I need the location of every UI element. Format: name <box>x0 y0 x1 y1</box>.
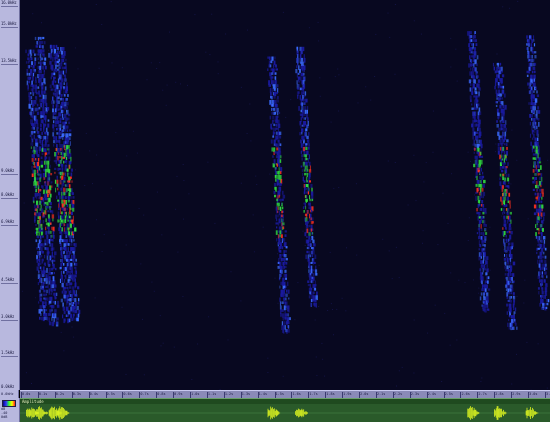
call-stroke <box>267 56 291 334</box>
time-tick-label: 2.7s <box>477 392 487 398</box>
time-tick-label: 1.4s <box>257 392 268 398</box>
frequency-tick-label: 6.9kHz <box>1 218 19 226</box>
time-tick-label: 3.0s <box>528 392 538 398</box>
time-tick-label: 1.2s <box>223 392 234 398</box>
frequency-tick-label: 16.0kHz <box>1 0 19 7</box>
time-tick-label: 0.1s <box>37 392 48 398</box>
time-tick-label: 1.7s <box>308 392 318 398</box>
amplitude-view[interactable] <box>20 404 550 422</box>
colormap-swatch[interactable] <box>2 400 16 407</box>
time-tick-label: 1.6s <box>291 392 301 398</box>
time-tick-label: 0.3s <box>71 392 82 398</box>
time-tick-label: 0.4s <box>88 392 99 398</box>
frequency-tick-label: 9.0kHz <box>1 167 19 175</box>
time-tick-label: 1.0s <box>189 392 200 398</box>
time-tick-label: 0.2s <box>54 392 65 398</box>
time-tick-label: 1.3s <box>240 392 251 398</box>
time-tick-label: 1.8s <box>325 392 335 398</box>
frequency-tick-label: 15.0kHz <box>1 21 19 29</box>
call-stroke <box>467 31 491 313</box>
call-stroke <box>295 46 318 308</box>
frequency-axis: 16.0kHz 15.0kHz 13.5kHz 9.0kHz 8.0kHz 6.9kHz 4… <box>0 0 20 391</box>
amplitude-waveform <box>20 406 550 420</box>
call-stroke <box>25 49 51 322</box>
frequency-tick-label: 3.0kHz <box>1 313 19 321</box>
time-tick-label: 1.9s <box>342 392 352 398</box>
call-stroke <box>526 35 550 311</box>
call-group <box>267 46 318 334</box>
time-tick-label: 2.9s <box>511 392 521 398</box>
time-tick-label: 2.3s <box>409 392 420 398</box>
spectrogram-window: 16.0kHz 15.0kHz 13.5kHz 9.0kHz 8.0kHz 6.9kHz 4… <box>0 0 550 422</box>
spectrogram-canvas <box>21 0 550 390</box>
time-tick-label: 0.5s <box>105 392 115 398</box>
panel-label-3: 0dB <box>1 415 8 419</box>
time-tick-label: 2.1s <box>375 392 386 398</box>
time-tick-label: 0.6s <box>122 392 132 398</box>
frequency-tick-label: 13.5kHz <box>1 57 19 65</box>
time-tick-label: 2.0s <box>359 392 369 398</box>
time-ruler-corner-label: 0.0kHz <box>0 390 19 398</box>
time-tick-label: 2.8s <box>494 392 504 398</box>
time-tick-label: 0.9s <box>173 392 183 398</box>
call-group <box>25 36 81 327</box>
time-tick-label: 3.1s <box>544 392 550 398</box>
time-tick-label: 2.6s <box>460 392 470 398</box>
time-tick-label: 2.2s <box>392 392 403 398</box>
time-tick-label: 1.1s <box>206 392 217 398</box>
call-group <box>467 31 550 331</box>
frequency-tick-label: 4.5kHz <box>1 277 19 285</box>
frequency-tick-label: 0.0kHz <box>1 384 19 391</box>
time-tick-label: 2.5s <box>443 392 454 398</box>
time-tick-label: 0.7s <box>139 392 149 398</box>
time-tick-label: 2.4s <box>426 392 437 398</box>
frequency-tick-label: 1.5kHz <box>1 350 19 358</box>
time-tick-label: 1.5s <box>274 392 284 398</box>
frequency-tick-label: 8.0kHz <box>1 192 19 199</box>
spectrogram-view[interactable] <box>20 0 550 390</box>
amplitude-control-panel: dB -40 0dB <box>0 398 20 422</box>
call-stroke <box>492 62 518 331</box>
time-tick-label: 0.0s <box>20 392 31 398</box>
time-tick-label: 0.8s <box>156 392 166 398</box>
